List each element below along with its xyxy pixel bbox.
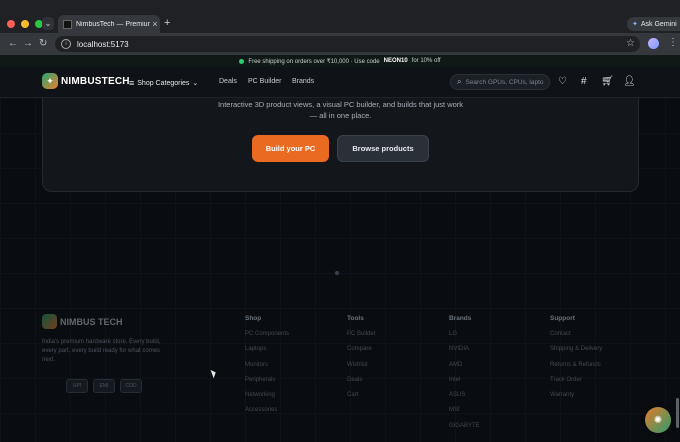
footer-link[interactable]: Laptops [245, 346, 289, 361]
footer-link[interactable]: Compare [347, 346, 376, 361]
search-input[interactable]: ⌕ Search GPUs, CPUs, lapto [450, 74, 550, 90]
footer-link[interactable]: NVIDIA [449, 346, 480, 361]
hero-subtitle-line-1: Interactive 3D product views, a visual P… [217, 100, 464, 109]
footer-link[interactable]: Warranty [550, 392, 602, 407]
sparkle-icon: ✺ [653, 414, 663, 426]
footer-link[interactable]: Track Order [550, 377, 602, 392]
tab-title: NimbusTech — Premium Hard [76, 20, 150, 28]
back-icon[interactable]: ← [8, 38, 18, 50]
footer-logo[interactable]: NIMBUS TECH [42, 314, 123, 329]
logo-mark-icon: ✦ [42, 73, 58, 89]
bookmark-star-icon[interactable]: ☆ [626, 38, 635, 49]
footer-description: India's premium hardware store. Every bu… [42, 339, 161, 363]
browser-tab-strip: ⌄ NimbusTech — Premium Hard × + ✦ Ask Ge… [0, 0, 680, 33]
tab-close-icon[interactable]: × [150, 19, 160, 29]
site-header: ✦ NIMBUSTECH ≡ Shop Categories ⌄ Deals P… [0, 67, 680, 98]
footer-column-title: Brands [449, 315, 472, 322]
logo-wordmark: NIMBUSTECH [61, 75, 130, 87]
payment-pill: EMI [93, 379, 115, 393]
search-placeholder: Search GPUs, CPUs, lapto [465, 78, 544, 86]
footer-link[interactable]: Deals [347, 377, 376, 392]
footer-link[interactable]: Contact [550, 331, 602, 346]
nav-deals[interactable]: Deals [219, 78, 237, 85]
footer-column-title: Tools [347, 315, 364, 322]
ask-gemini-button[interactable]: ✦ Ask Gemini [627, 17, 680, 31]
shop-categories-menu[interactable]: ≡ Shop Categories ⌄ [129, 78, 198, 88]
footer-link[interactable]: Networking [245, 392, 289, 407]
hamburger-icon: ≡ [129, 78, 135, 88]
chevron-down-icon: ⌄ [192, 80, 199, 87]
site-logo[interactable]: ✦ NIMBUSTECH [42, 73, 130, 89]
promo-dot-icon [239, 58, 245, 64]
gemini-icon: ✦ [632, 21, 638, 28]
page-main: Interactive 3D product views, a visual P… [0, 98, 680, 442]
footer-link[interactable]: Intel [449, 377, 480, 392]
promo-banner: Free shipping on orders over ₹10,000 · U… [0, 55, 680, 67]
footer-link[interactable]: Accessories [245, 407, 289, 422]
payment-pill: UPI [66, 379, 88, 393]
footer-link[interactable]: Returns & Refunds [550, 362, 602, 377]
footer-brand: NIMBUS TECH [60, 316, 123, 327]
footer-column-support: Support Contact Shipping & Delivery Retu… [550, 315, 602, 407]
footer-column-shop: Shop PC Components Laptops Monitors Peri… [245, 315, 289, 423]
site-info-icon[interactable]: i [61, 39, 71, 49]
profile-avatar[interactable] [648, 38, 659, 49]
page-scrollbar[interactable] [676, 398, 679, 428]
nav-brands[interactable]: Brands [292, 78, 314, 85]
nav-pc-builder[interactable]: PC Builder [248, 78, 281, 85]
footer-link[interactable]: Cart [347, 392, 376, 407]
compare-icon[interactable]: # [581, 76, 587, 88]
account-icon[interactable]: 👤︎ [623, 76, 636, 88]
forward-icon[interactable]: → [23, 38, 33, 50]
url-field[interactable]: i localhost:5173 [55, 36, 640, 52]
wishlist-heart-icon[interactable]: ♡ [558, 76, 567, 88]
footer-link[interactable]: Shipping & Delivery [550, 346, 602, 361]
footer-column-title: Shop [245, 315, 262, 322]
footer-link[interactable]: LG [449, 331, 480, 346]
promo-text-after: for 10% off [411, 58, 441, 64]
footer-column-title: Support [550, 315, 575, 322]
footer-link[interactable]: GIGABYTE [449, 423, 480, 438]
url-text: localhost:5173 [77, 39, 129, 49]
footer-link[interactable]: MSI [449, 407, 480, 422]
browse-products-button[interactable]: Browse products [337, 135, 429, 162]
footer-link[interactable]: PC Components [245, 331, 289, 346]
footer-link[interactable]: Monitors [245, 362, 289, 377]
search-icon: ⌕ [457, 77, 462, 86]
footer-link[interactable]: AMD [449, 362, 480, 377]
footer-link[interactable]: PC Builder [347, 331, 376, 346]
browser-menu-icon[interactable]: ⋮ [668, 37, 678, 48]
promo-text-before: Free shipping on orders over ₹10,000 · U… [248, 58, 380, 65]
hero-card: Interactive 3D product views, a visual P… [42, 98, 639, 192]
new-tab-button[interactable]: + [164, 17, 170, 30]
loading-indicator [335, 271, 339, 275]
window-controls [7, 20, 43, 28]
tab-list-button[interactable]: ⌄ [42, 17, 54, 30]
footer-link[interactable]: ASUS [449, 392, 480, 407]
browser-tab[interactable]: NimbusTech — Premium Hard × [58, 15, 160, 33]
build-your-pc-button[interactable]: Build your PC [252, 135, 329, 162]
footer-link[interactable]: Wishlist [347, 362, 376, 377]
footer-link[interactable]: Peripherals [245, 377, 289, 392]
assistant-fab-button[interactable]: ✺ [645, 407, 671, 433]
hero-subtitle-line-2: — all in one place. [309, 111, 372, 120]
favicon-icon [63, 19, 72, 29]
hero-subtitle: Interactive 3D product views, a visual P… [43, 99, 638, 121]
footer-logo-mark-icon [42, 314, 57, 329]
footer-column-tools: Tools PC Builder Compare Wishlist Deals … [347, 315, 376, 407]
reload-icon[interactable]: ↻ [39, 38, 47, 50]
footer-column-brands: Brands LG NVIDIA AMD Intel ASUS MSI GIGA… [449, 315, 480, 438]
address-bar-row: ← → ↻ i localhost:5173 ☆ ⋮ [0, 33, 680, 55]
payment-pill: COD [120, 379, 142, 393]
shop-categories-label: Shop Categories [137, 79, 190, 87]
close-window-button[interactable] [7, 20, 15, 28]
ask-gemini-label: Ask Gemini [640, 20, 677, 28]
minimize-window-button[interactable] [21, 20, 29, 28]
promo-code: NEON10 [383, 58, 408, 64]
payment-pills: UPI EMI COD [66, 379, 142, 393]
cart-icon[interactable]: 🛒︎ [601, 76, 614, 88]
